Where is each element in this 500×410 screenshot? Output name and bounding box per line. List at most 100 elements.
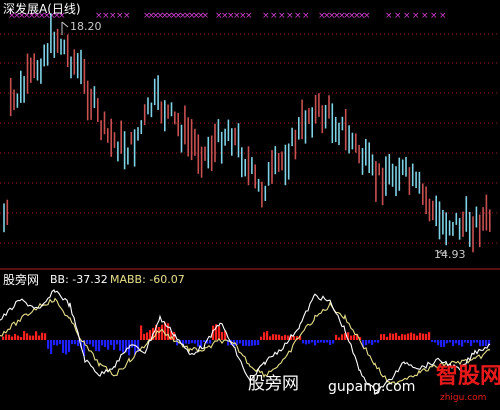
negative-bar: [242, 340, 245, 346]
positive-bar: [161, 324, 164, 340]
watermark-url: gupang.com: [328, 379, 416, 395]
positive-bar: [8, 334, 11, 340]
negative-bar: [248, 340, 251, 347]
positive-bar: [407, 333, 410, 340]
negative-bar: [371, 340, 374, 345]
negative-bar: [191, 340, 194, 344]
signal-x-marker: ×: [394, 11, 402, 21]
negative-bar: [98, 340, 101, 352]
positive-bar: [386, 336, 389, 340]
positive-bar: [281, 336, 284, 340]
low-price-label: 14.93: [434, 248, 466, 261]
signal-x-marker: ×: [439, 11, 447, 21]
negative-bar: [209, 340, 212, 344]
high-marker-arrow: [61, 21, 69, 28]
negative-bar: [110, 340, 113, 346]
signal-x-marker: ×: [278, 11, 286, 21]
positive-bar: [44, 333, 47, 340]
signal-x-marker: ×: [262, 11, 270, 21]
positive-bar: [32, 335, 35, 340]
positive-bar: [395, 332, 398, 340]
negative-bar: [305, 340, 308, 345]
positive-bar: [158, 327, 161, 340]
chart-title: 深发展A(日线): [3, 2, 81, 16]
negative-bar: [452, 340, 455, 346]
positive-bar: [422, 333, 425, 340]
negative-bar: [194, 340, 197, 344]
negative-bar: [77, 340, 80, 347]
signal-x-marker: ×: [412, 11, 420, 21]
negative-bar: [317, 340, 320, 343]
positive-bar: [389, 333, 392, 340]
negative-bar: [431, 340, 434, 342]
negative-bar: [467, 340, 470, 344]
signal-x-marker: ×: [245, 11, 253, 21]
negative-bar: [311, 340, 314, 343]
positive-bar: [428, 332, 431, 340]
positive-bar: [218, 326, 221, 340]
signal-x-marker: ×: [294, 11, 302, 21]
negative-bar: [326, 340, 329, 343]
negative-bar: [440, 340, 443, 347]
positive-bar: [41, 332, 44, 340]
signal-x-marker: ×: [286, 11, 294, 21]
positive-bar: [140, 325, 143, 340]
watermark-text: 股旁网: [248, 374, 299, 394]
positive-bar: [14, 333, 17, 340]
positive-bar: [383, 334, 386, 340]
price-bars: [3, 13, 491, 253]
positive-bar: [275, 334, 278, 340]
signal-x-marker: ×: [202, 11, 210, 21]
positive-bar: [2, 336, 5, 340]
negative-bar: [464, 340, 467, 343]
negative-bar: [443, 340, 446, 347]
positive-bar: [416, 335, 419, 340]
negative-bar: [188, 340, 191, 344]
negative-bar: [332, 340, 335, 344]
negative-bar: [473, 340, 476, 343]
negative-bar: [197, 340, 200, 347]
negative-bar: [95, 340, 98, 351]
high-price-label: 18.20: [70, 20, 102, 33]
negative-bar: [368, 340, 371, 344]
positive-bar: [272, 334, 275, 340]
negative-bar: [314, 340, 317, 346]
signal-x-marker: ×: [421, 11, 429, 21]
negative-bar: [53, 340, 56, 346]
negative-bar: [254, 340, 257, 346]
negative-bar: [485, 340, 488, 346]
positive-bar: [335, 334, 338, 340]
negative-bar: [320, 340, 323, 343]
positive-bar: [401, 334, 404, 340]
negative-bar: [377, 340, 380, 343]
positive-bar: [146, 332, 149, 340]
positive-bar: [143, 333, 146, 340]
logo-text: 智股网: [436, 364, 500, 389]
positive-bar: [29, 335, 32, 340]
negative-bar: [185, 340, 188, 344]
positive-bar: [269, 336, 272, 340]
negative-bar: [434, 340, 437, 343]
positive-bar: [341, 334, 344, 340]
negative-bar: [365, 340, 368, 346]
negative-bar: [131, 340, 134, 348]
positive-bar: [35, 331, 38, 340]
negative-bar: [65, 340, 68, 355]
negative-bar: [461, 340, 464, 347]
positive-bar: [398, 335, 401, 340]
signal-x-marker: ×: [302, 11, 310, 21]
negative-bar: [239, 340, 242, 344]
negative-bar: [92, 340, 95, 347]
positive-bar: [38, 335, 41, 340]
signal-x-marker: ×: [430, 11, 438, 21]
negative-bar: [119, 340, 122, 351]
negative-bar: [116, 340, 119, 345]
negative-bar: [257, 340, 260, 345]
bb-value: BB: -37.32: [50, 273, 108, 286]
positive-bar: [149, 330, 152, 340]
chart-canvas[interactable]: ××××××××××× × × × × × ×××××××××××××× ×××××× × × × ×…: [0, 0, 500, 410]
chart-window[interactable]: × × × × × × × × × × × × × × × × × × × × × × × × × × × × × × × × × × × × × × × ×…: [0, 0, 500, 410]
negative-bar: [104, 340, 107, 347]
negative-bar: [329, 340, 332, 345]
positive-bar: [413, 333, 416, 340]
